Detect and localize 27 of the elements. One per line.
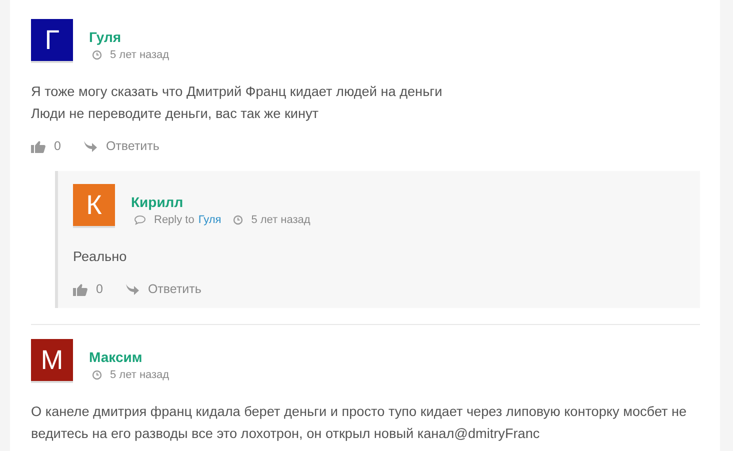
comment-time: 5 лет назад [110, 49, 170, 61]
thumbs-up-icon[interactable] [73, 282, 88, 296]
avatar: К [73, 184, 115, 228]
clock-icon [92, 370, 102, 380]
reply-arrow-icon [124, 283, 140, 295]
reply-link[interactable]: Ответить [148, 282, 202, 296]
reply-to-link[interactable]: Гуля [198, 214, 222, 226]
avatar: Г [31, 19, 73, 63]
author-name[interactable]: Гуля [89, 29, 170, 45]
like-count: 0 [96, 282, 103, 296]
reply-to-label: Reply to [154, 214, 194, 226]
like-count: 0 [54, 139, 61, 153]
comment-text: Я тоже могу сказать что Дмитрий Франц кидает людей на деньги [31, 83, 444, 101]
clock-icon [233, 215, 244, 225]
thumbs-up-icon[interactable] [31, 140, 46, 152]
author-name[interactable]: Кирилл [131, 194, 310, 210]
clock-icon [92, 50, 102, 60]
comment-text: Реально [73, 248, 128, 266]
author-name[interactable]: Максим [89, 349, 170, 365]
comment-text: О канеле дмитрия франц кидала берет деньги и просто тупо кидает через липовую конторку мосбет не ведитесь на его разводы все это лохотрон, он открыл новый канал@dmitryFranc [31, 403, 688, 443]
comment-time: 5 лет назад [110, 369, 170, 381]
comment-time: 5 лет назад [251, 214, 310, 226]
speech-bubble-icon [134, 215, 146, 225]
avatar: М [31, 339, 73, 383]
reply-arrow-icon [82, 140, 98, 152]
reply-link[interactable]: Ответить [106, 139, 160, 153]
comment-text: Люди не переводите деньги, вас так же кинут [31, 105, 320, 123]
